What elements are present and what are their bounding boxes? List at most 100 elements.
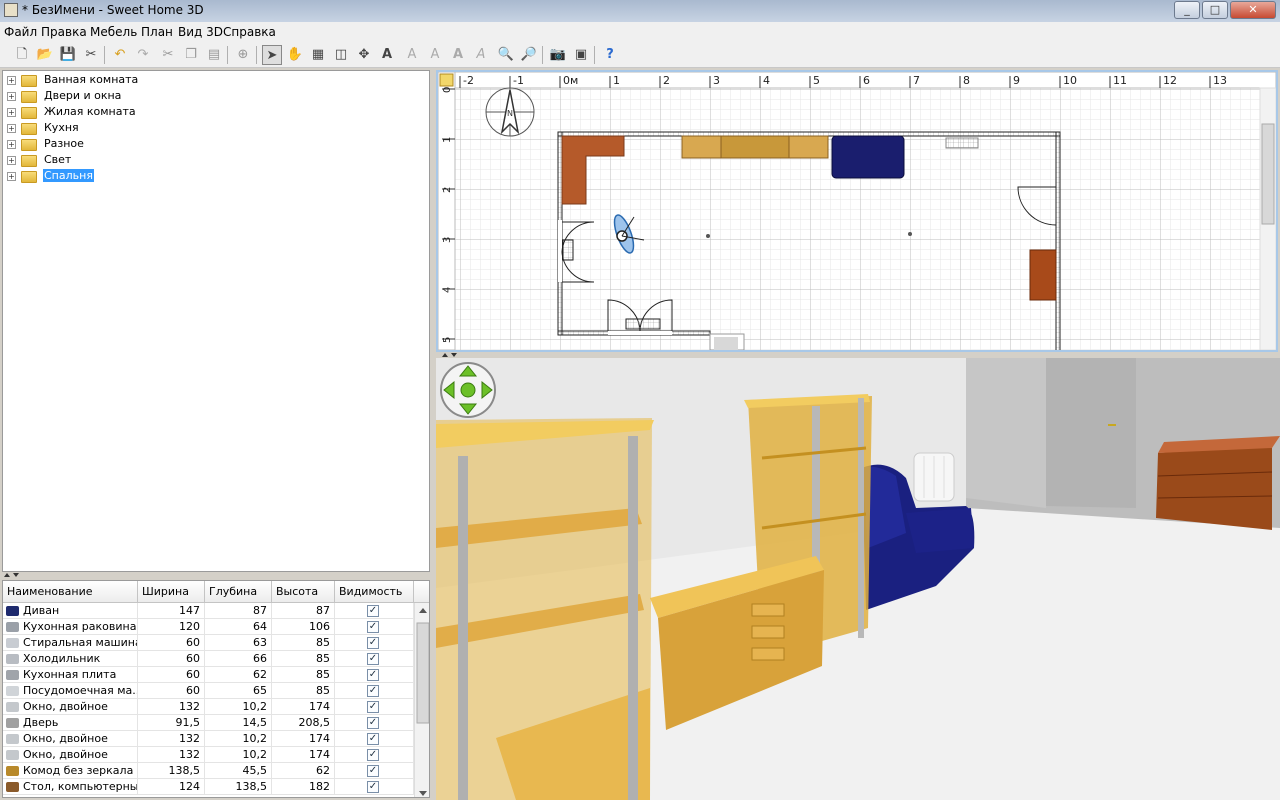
table-row[interactable]: Диван 147 87 87 ✓ — [3, 603, 414, 619]
navigation-arrows-icon[interactable] — [440, 362, 496, 418]
cell-d: 10,2 — [205, 747, 272, 763]
minimize-icon[interactable]: _ — [1174, 1, 1200, 19]
visibility-checkbox[interactable]: ✓ — [367, 637, 379, 649]
3d-canvas[interactable] — [436, 358, 1280, 800]
column-header-depth[interactable]: Глубина — [205, 581, 272, 603]
cell-w: 60 — [138, 635, 205, 651]
3d-dresser[interactable] — [1156, 436, 1280, 530]
table-row[interactable]: Окно, двойное 132 10,2 174 ✓ — [3, 747, 414, 763]
create-rooms-icon[interactable]: ◫ — [331, 45, 351, 65]
visibility-checkbox[interactable]: ✓ — [367, 781, 379, 793]
paste-icon[interactable]: ▤ — [204, 45, 224, 65]
table-row[interactable]: Стиральная машина 60 63 85 ✓ — [3, 635, 414, 651]
plan-sofa[interactable] — [831, 135, 905, 179]
add-furniture-icon[interactable]: ⊕ — [233, 45, 253, 65]
furniture-table[interactable]: Наименование Ширина Глубина Высота Видим… — [2, 580, 430, 798]
expand-icon[interactable]: + — [7, 140, 16, 149]
plan-cabinet-middle[interactable] — [720, 135, 790, 159]
table-row[interactable]: Окно, двойное 132 10,2 174 ✓ — [3, 699, 414, 715]
expand-icon[interactable]: + — [7, 124, 16, 133]
table-scrollbar[interactable] — [414, 603, 429, 797]
3d-radiator[interactable] — [913, 452, 955, 502]
plan-canvas[interactable]: -2-10м12345678910111213 0м12345 N — [438, 72, 1276, 350]
table-row[interactable]: Окно, двойное 132 10,2 174 ✓ — [3, 731, 414, 747]
visibility-checkbox[interactable]: ✓ — [367, 733, 379, 745]
menu-help[interactable]: Справка — [223, 25, 276, 39]
plan-dresser[interactable] — [1029, 249, 1057, 301]
compass-icon[interactable]: N — [485, 87, 535, 137]
new-file-icon[interactable]: 🗋 — [12, 45, 32, 65]
plan-view[interactable]: -2-10м12345678910111213 0м12345 N — [436, 70, 1278, 352]
lock-icon[interactable] — [439, 73, 454, 87]
visibility-checkbox[interactable]: ✓ — [367, 717, 379, 729]
table-row[interactable]: Посудомоечная ма... 60 65 85 ✓ — [3, 683, 414, 699]
open-folder-icon[interactable]: 📂 — [35, 45, 55, 65]
column-header-visibility[interactable]: Видимость — [335, 581, 414, 603]
zoom-in-icon[interactable]: 🔍 — [496, 45, 516, 65]
furniture-catalog-tree[interactable]: + Ванная комната + Двери и окна + Жилая … — [2, 70, 430, 572]
copy-icon[interactable]: ❐ — [181, 45, 201, 65]
ruler-y-label: 3 — [442, 237, 453, 243]
table-row[interactable]: Холодильник 60 66 85 ✓ — [3, 651, 414, 667]
menu-furniture[interactable]: Мебель — [90, 25, 137, 39]
table-row[interactable]: Стол, компьютерный 124 138,5 182 ✓ — [3, 779, 414, 795]
horizontal-splitter[interactable] — [0, 572, 432, 578]
zoom-out-icon[interactable]: 🔎 — [519, 45, 539, 65]
ruler-x-label: 13 — [1213, 74, 1227, 87]
close-icon[interactable]: ✕ — [1230, 1, 1276, 19]
visibility-checkbox[interactable]: ✓ — [367, 669, 379, 681]
visibility-checkbox[interactable]: ✓ — [367, 765, 379, 777]
menu-file[interactable]: Файл — [4, 25, 37, 39]
bold-text-icon[interactable]: A — [448, 45, 468, 65]
menu-plan[interactable]: План — [141, 25, 173, 39]
expand-icon[interactable]: + — [7, 76, 16, 85]
visibility-checkbox[interactable]: ✓ — [367, 685, 379, 697]
menu-3d-view[interactable]: Вид 3D — [178, 25, 223, 39]
select-arrow-icon[interactable]: ➤ — [262, 45, 282, 65]
menu-edit[interactable]: Правка — [41, 25, 87, 39]
expand-icon[interactable]: + — [7, 156, 16, 165]
italic-text-icon[interactable]: A — [471, 45, 491, 65]
cell-h: 174 — [272, 747, 335, 763]
visibility-checkbox[interactable]: ✓ — [367, 621, 379, 633]
furniture-name: Окно, двойное — [23, 748, 108, 761]
plan-light-point[interactable] — [908, 232, 912, 236]
text-size-icon[interactable]: A — [402, 45, 422, 65]
column-header-width[interactable]: Ширина — [138, 581, 205, 603]
plan-scroll-thumb[interactable] — [1261, 123, 1275, 225]
create-walls-icon[interactable]: ▦ — [308, 45, 328, 65]
cut-tool-icon[interactable]: ✂ — [81, 45, 101, 65]
plan-radiator[interactable] — [945, 137, 979, 149]
add-text-icon[interactable]: A — [377, 45, 397, 65]
text-style-icon[interactable]: A — [425, 45, 445, 65]
table-row[interactable]: Комод без зеркала 138,5 45,5 62 ✓ — [3, 763, 414, 779]
table-row[interactable]: Кухонная раковина 120 64 106 ✓ — [3, 619, 414, 635]
cell-h: 106 — [272, 619, 335, 635]
create-video-icon[interactable]: ▣ — [571, 45, 591, 65]
pan-hand-icon[interactable]: ✋ — [285, 45, 305, 65]
undo-icon[interactable]: ↶ — [110, 45, 130, 65]
3d-view[interactable] — [436, 358, 1280, 800]
visibility-checkbox[interactable]: ✓ — [367, 653, 379, 665]
table-row[interactable]: Кухонная плита 60 62 85 ✓ — [3, 667, 414, 683]
column-header-name[interactable]: Наименование — [3, 581, 138, 603]
table-row[interactable]: Дверь 91,5 14,5 208,5 ✓ — [3, 715, 414, 731]
maximize-icon[interactable]: □ — [1202, 1, 1228, 19]
visibility-checkbox[interactable]: ✓ — [367, 605, 379, 617]
category-label: Свет — [44, 153, 72, 166]
column-header-height[interactable]: Высота — [272, 581, 335, 603]
plan-light-point[interactable] — [706, 234, 710, 238]
create-dimensions-icon[interactable]: ✥ — [354, 45, 374, 65]
save-icon[interactable]: 💾 — [58, 45, 78, 65]
visibility-checkbox[interactable]: ✓ — [367, 701, 379, 713]
help-icon[interactable]: ? — [600, 45, 620, 65]
create-photo-icon[interactable]: 📷 — [548, 45, 568, 65]
cut-icon[interactable]: ✂ — [158, 45, 178, 65]
expand-icon[interactable]: + — [7, 108, 16, 117]
ruler-y-label: 4 — [442, 287, 453, 293]
3d-glass-cabinet[interactable] — [436, 418, 654, 800]
visibility-checkbox[interactable]: ✓ — [367, 749, 379, 761]
redo-icon[interactable]: ↷ — [133, 45, 153, 65]
expand-icon[interactable]: + — [7, 172, 16, 181]
expand-icon[interactable]: + — [7, 92, 16, 101]
